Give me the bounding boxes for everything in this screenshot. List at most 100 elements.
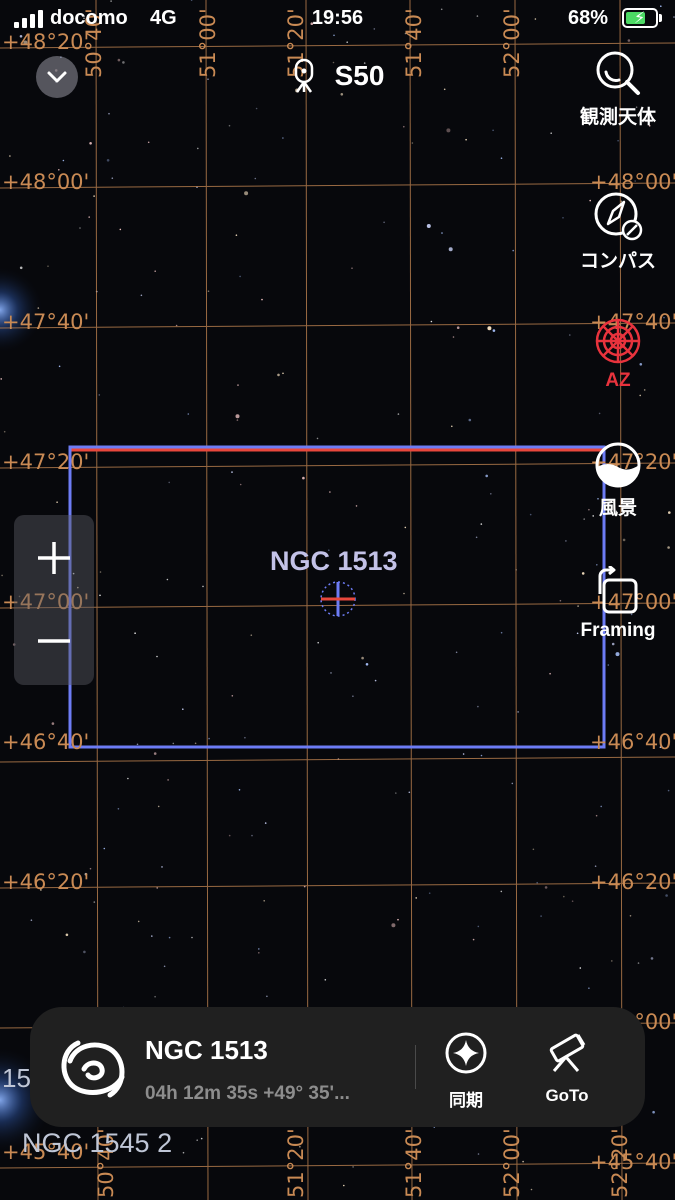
star	[99, 571, 102, 573]
minus-icon	[38, 638, 70, 643]
star	[563, 895, 565, 898]
star	[446, 128, 451, 133]
star	[156, 655, 158, 658]
star	[117, 808, 120, 810]
star	[119, 228, 122, 231]
star	[351, 267, 353, 270]
star	[500, 157, 503, 159]
star	[151, 935, 153, 937]
compass-button[interactable]: コンパス	[563, 190, 673, 273]
grid-label: +46°40'	[2, 730, 90, 754]
star	[430, 320, 433, 323]
star	[411, 142, 414, 144]
star	[462, 753, 465, 755]
sync-label: 同期	[449, 1091, 483, 1110]
star	[98, 394, 101, 396]
star	[361, 656, 364, 660]
star	[595, 814, 598, 817]
star	[622, 538, 626, 542]
star	[617, 139, 619, 142]
object-card[interactable]: NGC 1513 04h 12m 35s +49° 35'... 同期 GoTo	[30, 1007, 645, 1127]
star	[182, 1151, 185, 1154]
star	[456, 326, 460, 330]
star	[168, 936, 171, 939]
star	[237, 384, 239, 386]
star	[166, 578, 169, 581]
star	[383, 221, 385, 224]
star	[324, 979, 327, 981]
star	[263, 900, 266, 902]
target-label: NGC 1513	[270, 546, 398, 576]
star	[487, 326, 492, 331]
star	[9, 155, 11, 157]
goto-telescope-icon	[549, 1033, 586, 1072]
zoom-in-button[interactable]	[14, 515, 94, 600]
star	[365, 663, 369, 666]
star	[559, 599, 562, 602]
sync-button[interactable]: 同期	[421, 1031, 511, 1111]
grid-label: 52°00'	[500, 1128, 524, 1198]
star	[639, 394, 641, 397]
grid-label: +47°40'	[2, 310, 90, 334]
rotate-frame-icon	[598, 566, 638, 614]
star	[282, 137, 284, 139]
star	[492, 329, 496, 332]
star	[244, 191, 249, 196]
star	[264, 822, 267, 824]
star	[65, 933, 69, 937]
star	[594, 865, 597, 867]
az-grid-button[interactable]: AZ	[563, 316, 673, 392]
star	[490, 493, 492, 495]
galaxy-icon	[61, 1040, 125, 1098]
az-grid-icon	[595, 318, 641, 364]
star	[255, 107, 258, 110]
star	[235, 234, 238, 236]
star	[231, 471, 233, 473]
star	[472, 938, 475, 941]
star	[391, 923, 396, 928]
star	[56, 501, 58, 504]
star	[228, 124, 231, 127]
search-icon	[596, 51, 640, 95]
grid-label: +48°00'	[2, 170, 90, 194]
framing-button[interactable]: Framing	[563, 566, 673, 642]
star	[108, 112, 110, 115]
star	[182, 708, 184, 710]
star	[62, 159, 65, 162]
star	[480, 523, 483, 525]
zoom-out-button[interactable]	[14, 600, 94, 685]
search-objects-label: 観測天体	[579, 107, 656, 128]
grid-label: +45°40'	[590, 1150, 675, 1174]
star	[536, 881, 538, 884]
star	[161, 866, 163, 868]
star	[111, 177, 114, 179]
battery-icon: ⚡	[622, 8, 658, 28]
star	[485, 474, 489, 478]
nearby-object-label: NGC 1545 2	[22, 1128, 173, 1158]
star	[441, 232, 443, 234]
star	[598, 412, 601, 415]
star	[106, 159, 110, 162]
star	[455, 651, 458, 654]
star	[277, 373, 280, 377]
grid-label: 52°20'	[608, 1128, 632, 1198]
device-name: S50	[334, 60, 385, 91]
star	[235, 414, 240, 419]
star	[374, 679, 377, 682]
star	[611, 960, 613, 962]
star	[477, 705, 479, 708]
star	[615, 652, 620, 657]
star	[352, 1166, 354, 1168]
star	[330, 672, 332, 674]
landscape-button[interactable]: 風景	[563, 441, 673, 520]
star	[3, 430, 6, 433]
plus-icon	[38, 541, 70, 574]
star	[329, 491, 331, 493]
search-objects-button[interactable]: 観測天体	[563, 48, 673, 129]
star	[426, 224, 431, 228]
goto-button[interactable]: GoTo	[522, 1031, 612, 1106]
star	[89, 142, 92, 145]
star	[207, 290, 210, 293]
star	[477, 1153, 480, 1155]
star	[258, 952, 260, 954]
